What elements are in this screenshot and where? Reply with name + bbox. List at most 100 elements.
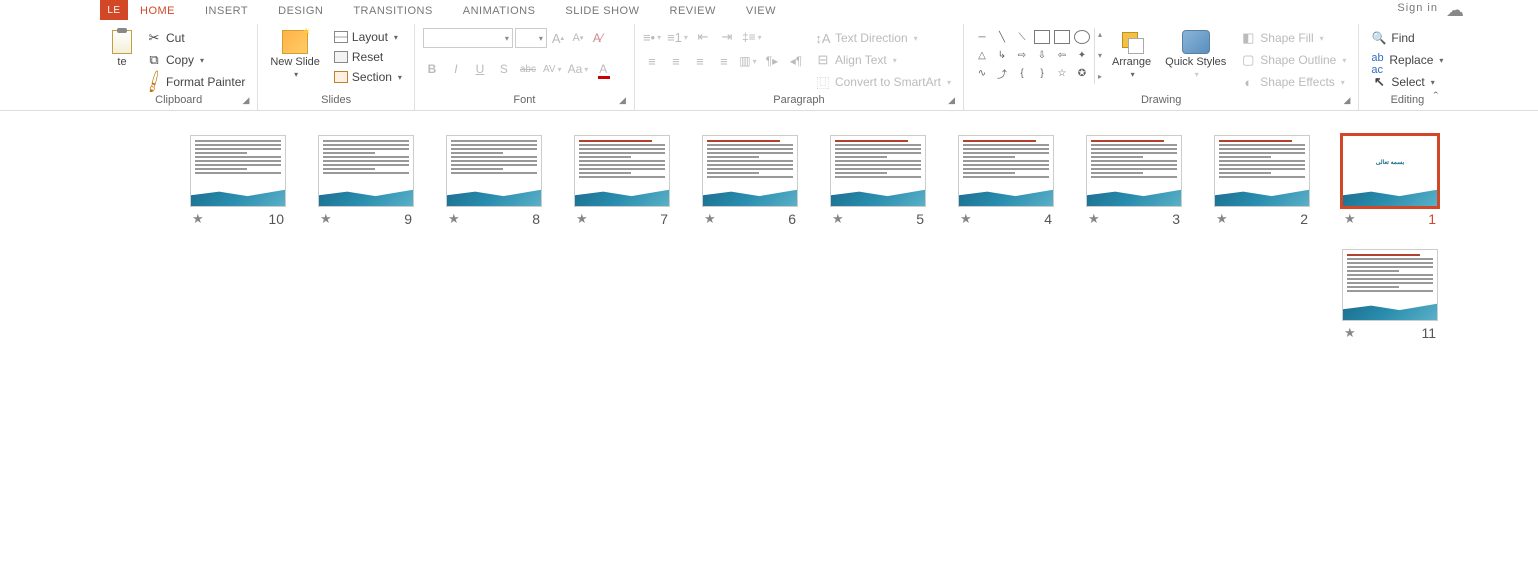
shape-effects-button[interactable]: ◐Shape Effects [1236,72,1350,92]
transition-star-icon: ★ [704,211,716,227]
tab-slideshow[interactable]: SLIDE SHOW [565,5,639,17]
paragraph-launcher[interactable]: ◢ [948,95,955,106]
group-editing: Find abacReplace Select Editing [1359,24,1455,110]
change-case-button[interactable]: Aa [568,60,589,78]
bold-button[interactable]: B [423,60,441,78]
section-button[interactable]: Section [330,68,406,86]
numbering-button[interactable]: ≡1 [667,28,688,46]
shape-fill-button[interactable]: ◧Shape Fill [1236,28,1350,48]
transition-star-icon: ★ [1344,211,1356,227]
underline-button[interactable]: U [471,60,489,78]
collapse-ribbon-button[interactable]: ˆ [1434,89,1438,104]
bullets-button[interactable]: ≡• [643,28,661,46]
tab-home[interactable]: HOME [140,5,175,17]
quick-styles-icon [1182,30,1210,54]
slide-thumb-3[interactable]: ★3 [1086,135,1182,227]
strike-button[interactable]: abc [519,60,537,78]
justify-button[interactable]: ≡ [715,52,733,70]
slide-thumb-11[interactable]: ★11 [1342,249,1438,341]
align-left-button[interactable]: ≡ [643,52,661,70]
arrange-icon [1120,30,1144,54]
shape-outline-button[interactable]: ▢Shape Outline [1236,50,1350,70]
font-color-button[interactable]: A [594,60,612,78]
group-font: A▴ A▾ A⁄ B I U S abc AV Aa A Font◢ [415,24,635,110]
slides-label: Slides [266,94,406,108]
slide-thumb-6[interactable]: ★6 [702,135,798,227]
tab-file[interactable]: LE [100,0,128,20]
font-launcher[interactable]: ◢ [619,95,626,106]
paste-button[interactable]: te [108,28,136,70]
new-slide-button[interactable]: New Slide [266,28,324,81]
slide-thumb-8[interactable]: ★8 [446,135,542,227]
reset-button[interactable]: Reset [330,48,406,66]
slide-thumb-10[interactable]: ★10 [190,135,286,227]
font-family-select[interactable] [423,28,513,48]
ribbon: te ✂Cut ⧉Copy 🖌Format Painter Clipboard ◢… [0,22,1538,111]
rtl-button[interactable]: ◂¶ [787,52,805,70]
transition-star-icon: ★ [192,211,204,227]
shapes-gallery-scroll[interactable]: ▴▾▸ [1094,28,1102,84]
grow-font-button[interactable]: A▴ [549,29,567,47]
shapes-gallery[interactable]: ─╲⟍ △↳⇨⇩⇦✦ ∿⤴{}☆✪ [972,28,1094,84]
align-right-button[interactable]: ≡ [691,52,709,70]
tab-transitions[interactable]: TRANSITIONS [353,5,432,17]
drawing-label: Drawing [1141,94,1181,106]
layout-icon [334,31,348,43]
paste-icon [112,30,132,54]
tab-animations[interactable]: ANIMATIONS [463,5,536,17]
align-center-button[interactable]: ≡ [667,52,685,70]
transition-star-icon: ★ [320,211,332,227]
slide-thumb-1[interactable]: بسمه تعالی★1 [1342,135,1438,227]
transition-star-icon: ★ [1088,211,1100,227]
slide-thumb-4[interactable]: ★4 [958,135,1054,227]
arrange-button[interactable]: Arrange [1108,28,1155,81]
tab-review[interactable]: REVIEW [670,5,716,17]
clear-format-button[interactable]: A⁄ [589,29,607,47]
slide-thumb-7[interactable]: ★7 [574,135,670,227]
decrease-indent-button[interactable]: ⇤ [694,28,712,46]
slide-sorter[interactable]: بسمه تعالی★1★2★3★4★5★6★7★8★9★10 ★11 [0,111,1538,587]
align-text-button[interactable]: ⊟Align Text [811,50,955,70]
quick-styles-button[interactable]: Quick Styles [1161,28,1230,81]
shape-outline-icon: ▢ [1240,52,1256,68]
italic-button[interactable]: I [447,60,465,78]
slide-thumb-9[interactable]: ★9 [318,135,414,227]
shadow-button[interactable]: S [495,60,513,78]
cut-button[interactable]: ✂Cut [142,28,249,48]
tab-view[interactable]: VIEW [746,5,776,17]
ribbon-tabs: LE HOME INSERT DESIGN TRANSITIONS ANIMAT… [0,0,1538,22]
ltr-button[interactable]: ¶▸ [763,52,781,70]
convert-smartart-button[interactable]: ⿶Convert to SmartArt [811,72,955,92]
copy-icon: ⧉ [146,52,162,68]
smartart-icon: ⿶ [815,74,831,90]
font-size-select[interactable] [515,28,547,48]
char-spacing-button[interactable]: AV [543,60,562,78]
slide-thumb-5[interactable]: ★5 [830,135,926,227]
copy-button[interactable]: ⧉Copy [142,50,249,70]
find-button[interactable]: Find [1367,28,1447,48]
group-clipboard: te ✂Cut ⧉Copy 🖌Format Painter Clipboard ◢ [100,24,258,110]
slide-number: 9 [404,211,412,227]
line-spacing-button[interactable]: ‡≡ [742,28,762,46]
tab-design[interactable]: DESIGN [278,5,323,17]
shape-effects-icon: ◐ [1240,74,1256,90]
slide-number: 7 [660,211,668,227]
text-direction-button[interactable]: ↕AText Direction [811,28,955,48]
slide-number: 11 [1421,325,1436,341]
increase-indent-button[interactable]: ⇥ [718,28,736,46]
sign-in-link[interactable]: Sign in [1397,2,1438,14]
group-drawing: ─╲⟍ △↳⇨⇩⇦✦ ∿⤴{}☆✪ ▴▾▸ Arrange Quick Styl… [964,24,1359,110]
replace-button[interactable]: abacReplace [1367,50,1447,70]
shrink-font-button[interactable]: A▾ [569,29,587,47]
tab-insert[interactable]: INSERT [205,5,248,17]
cloud-icon[interactable]: ☁ [1446,0,1464,21]
layout-button[interactable]: Layout [330,28,406,46]
slide-thumb-2[interactable]: ★2 [1214,135,1310,227]
group-paragraph: ≡• ≡1 ⇤ ⇥ ‡≡ ≡ ≡ ≡ ≡ ▥ ¶▸ ◂¶ [635,24,964,110]
clipboard-launcher[interactable]: ◢ [242,95,249,106]
drawing-launcher[interactable]: ◢ [1343,95,1350,106]
columns-button[interactable]: ▥ [739,52,757,70]
transition-star-icon: ★ [448,211,460,227]
clipboard-label: Clipboard [155,94,202,106]
format-painter-button[interactable]: 🖌Format Painter [142,72,249,92]
